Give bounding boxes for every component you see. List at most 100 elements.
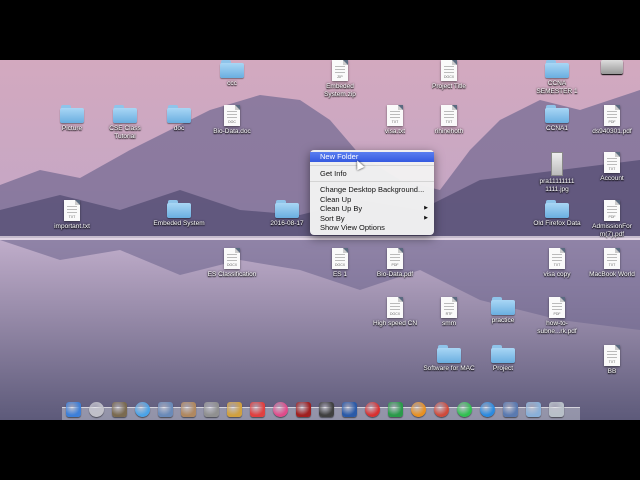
desktop-icon-software-for-mac[interactable]: Software for MAC — [422, 345, 476, 373]
desktop-icon-ccna1[interactable]: CCNA1 — [530, 105, 584, 133]
context-menu: New Folder Get Info Change Desktop Backgro… — [310, 150, 434, 235]
icon-label: Bio-Data.doc — [213, 128, 251, 135]
excel-icon[interactable] — [388, 402, 403, 417]
safari-icon[interactable] — [135, 402, 150, 417]
launchpad-icon[interactable] — [89, 402, 104, 417]
desktop-icon-picture[interactable]: Picture — [45, 105, 99, 133]
desktop-icon-es-classification[interactable]: DOCX ES Classification — [205, 248, 259, 279]
icon-label: Embeded System — [153, 220, 205, 227]
desktop-icon-drive[interactable] — [585, 60, 639, 76]
file-type-label: PDF — [608, 215, 616, 219]
chrome-icon[interactable] — [434, 402, 449, 417]
app-store-icon[interactable] — [296, 402, 311, 417]
document-icon: DOCX — [313, 248, 367, 269]
desktop-icon-smm[interactable]: RTF smm — [422, 297, 476, 328]
folder-icon — [530, 105, 584, 123]
folder-stack-icon[interactable] — [503, 402, 518, 417]
desktop-icon-how-to-subne-rk-pdf[interactable]: PDF how-to-subne...rk.pdf — [530, 297, 584, 335]
icon-label: ES 1 — [332, 271, 348, 278]
desktop-icon-doc[interactable]: doc — [152, 105, 206, 133]
calendar-icon[interactable] — [250, 402, 265, 417]
document-icon: TXT — [585, 152, 639, 173]
desktop-icon-practice[interactable]: practice — [476, 297, 530, 325]
menu-item-show-view-options[interactable]: Show View Options — [310, 223, 434, 233]
menu-item-clean-up-by[interactable]: Clean Up By ▶ — [310, 204, 434, 214]
vlc-icon[interactable] — [411, 402, 426, 417]
desktop-icon-2016-08-17[interactable]: 2016-08-17 — [260, 200, 314, 228]
folder-icon — [530, 200, 584, 218]
desktop-icon-embeded-system-zip[interactable]: ZIP Embeded System.zip — [313, 60, 367, 98]
trash-icon[interactable] — [549, 402, 564, 417]
desktop-icon-visa-copy[interactable]: TXT visa copy — [530, 248, 584, 279]
desktop-icon-visa-txt[interactable]: TXT visa.txt — [368, 105, 422, 136]
desktop-icon-project-title[interactable]: DOCX Project Title — [422, 60, 476, 91]
icon-label: practice — [491, 317, 515, 324]
opera-icon[interactable] — [365, 402, 380, 417]
icon-label: Bio-Data.pdf — [376, 271, 414, 278]
folder-icon — [152, 200, 206, 218]
icon-label: High speed CN — [372, 320, 418, 327]
document-icon: PDF — [585, 200, 639, 221]
icon-label: Project Title — [432, 83, 466, 90]
icon-label: how-to-subne...rk.pdf — [537, 320, 577, 335]
desktop-icon-project[interactable]: Project — [476, 345, 530, 373]
desktop-icon-old-firefox-data[interactable]: Old Firefox Data — [530, 200, 584, 228]
menu-separator — [310, 164, 434, 166]
file-type-label: TXT — [608, 360, 616, 364]
icon-label: pra11111111 1111.jpg — [539, 178, 575, 193]
desktop-icon-bio-data-doc[interactable]: DOC Bio-Data.doc — [205, 105, 259, 136]
folder-icon — [152, 105, 206, 123]
desktop-icon-ds940301-pdf[interactable]: PDF ds940301.pdf — [585, 105, 639, 136]
photo-app-icon[interactable] — [112, 402, 127, 417]
desktop-icon-admissionfor-m-7-pdf[interactable]: PDF AdmissionFor m(7).pdf — [585, 200, 639, 238]
document-icon: DOC — [205, 105, 259, 126]
icon-label: visa copy — [543, 271, 571, 278]
desktop-icon-embeded-system[interactable]: Embeded System — [152, 200, 206, 228]
desktop-icon-bb[interactable]: TXT BB — [585, 345, 639, 376]
menu-item-sort-by[interactable]: Sort By ▶ — [310, 214, 434, 224]
hard-drive-icon — [585, 60, 639, 74]
folder-icon — [45, 105, 99, 123]
desktop-icon-bio-data-pdf[interactable]: PDF Bio-Data.pdf — [368, 248, 422, 279]
word-icon[interactable] — [342, 402, 357, 417]
desktop-icon-macbook-world[interactable]: TXT MacBook World — [585, 248, 639, 279]
desktop-icon-cse-class-tutorial[interactable]: CSE Class Tutorial — [98, 105, 152, 140]
icon-label: ds940301.pdf — [592, 128, 632, 135]
skype-icon[interactable] — [480, 402, 495, 417]
menu-item-label: Clean Up By — [320, 204, 363, 213]
icon-label: CCNA SEMESTER 1 — [536, 80, 578, 95]
file-type-label: PDF — [553, 312, 561, 316]
folder-icon — [205, 60, 259, 78]
menu-item-get-info[interactable]: Get Info — [310, 169, 434, 179]
downloads-icon[interactable] — [526, 402, 541, 417]
icon-label: CCNA1 — [545, 125, 569, 132]
icon-label: ES Classification — [207, 271, 257, 278]
folder-icon — [422, 345, 476, 363]
desktop-icon-es-1[interactable]: DOCX ES 1 — [313, 248, 367, 279]
desktop-icon-high-speed-cn[interactable]: DOCX High speed CN — [368, 297, 422, 328]
mail-icon[interactable] — [158, 402, 173, 417]
desktop[interactable]: ccc ZIP Embeded System.zip DOCX Project Titl… — [0, 60, 640, 420]
desktop-icon-ccna-semester-1[interactable]: CCNA SEMESTER 1 — [530, 60, 584, 95]
terminal-icon[interactable] — [319, 402, 334, 417]
desktop-icon-rihinehoth[interactable]: TXT rihinehoth — [422, 105, 476, 136]
icon-label: Embeded System.zip — [324, 83, 356, 98]
finder-icon[interactable] — [66, 402, 81, 417]
system-preferences-icon[interactable] — [204, 402, 219, 417]
icon-label: Old Firefox Data — [533, 220, 581, 227]
whatsapp-icon[interactable] — [457, 402, 472, 417]
desktop-icon-important-txt[interactable]: TXT important.txt — [45, 200, 99, 231]
menu-item-clean-up[interactable]: Clean Up — [310, 195, 434, 205]
menu-item-change-desktop-background[interactable]: Change Desktop Background... — [310, 185, 434, 195]
icon-label: AdmissionFor m(7).pdf — [592, 223, 632, 238]
document-icon: TXT — [585, 248, 639, 269]
itunes-icon[interactable] — [273, 402, 288, 417]
icon-label: ccc — [227, 80, 237, 87]
contacts-icon[interactable] — [181, 402, 196, 417]
document-icon: DOCX — [368, 297, 422, 318]
desktop-icon-ccc[interactable]: ccc — [205, 60, 259, 88]
menu-item-new-folder[interactable]: New Folder — [310, 152, 434, 162]
desktop-icon-account[interactable]: TXT Account — [585, 152, 639, 183]
desktop-icon-pra11111111-1111-jpg[interactable]: pra11111111 1111.jpg — [530, 152, 584, 193]
preview-icon[interactable] — [227, 402, 242, 417]
